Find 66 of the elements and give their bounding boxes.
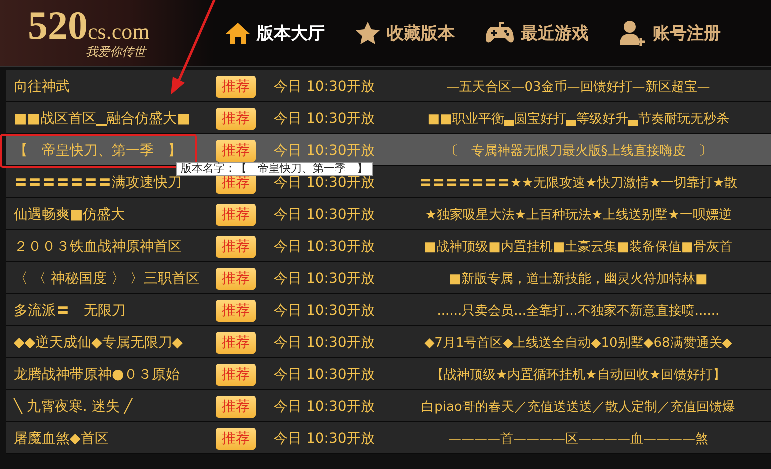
recommend-badge: 推荐 xyxy=(216,332,256,354)
nav-tab[interactable]: 版本大厅 xyxy=(225,20,325,46)
recommend-badge: 推荐 xyxy=(216,300,256,322)
game-row[interactable]: 龙腾战神带原神●０３原始 推荐 今日 10:30开放 【战神顶级★内置循环挂机★自动回收★回馈好打】 xyxy=(6,358,771,390)
server-name: ■■战区首区▁融合仿盛大■ xyxy=(13,110,192,128)
open-time: 今日 10:30开放 xyxy=(274,142,376,160)
server-name: 龙腾战神带原神●０３原始 xyxy=(13,366,182,384)
server-name: 屠魔血煞◆首区 xyxy=(13,430,110,448)
open-time: 今日 10:30开放 xyxy=(274,78,376,96)
server-description: —五天合区—03金币—回馈好打—新区超宝— xyxy=(446,78,712,96)
game-row[interactable]: 向往神武 推荐 今日 10:30开放 —五天合区—03金币—回馈好打—新区超宝— xyxy=(6,70,771,102)
open-time: 今日 10:30开放 xyxy=(274,302,376,320)
open-time: 今日 10:30开放 xyxy=(274,206,376,224)
recommend-badge: 推荐 xyxy=(216,364,256,386)
recommend-badge: 推荐 xyxy=(216,396,256,418)
recommend-badge: 推荐 xyxy=(216,204,256,226)
open-time: 今日 10:30开放 xyxy=(274,238,376,256)
gamepad-icon xyxy=(485,21,515,45)
open-time: 今日 10:30开放 xyxy=(274,110,376,128)
game-row[interactable]: 屠魔血煞◆首区 推荐 今日 10:30开放 ————首————区————血————煞 xyxy=(6,422,771,454)
nav-tab[interactable]: 账号注册 xyxy=(619,20,721,46)
open-time: 今日 10:30开放 xyxy=(274,270,376,288)
game-row[interactable]: ◆◆逆天成仙◆专属无限刀◆ 推荐 今日 10:30开放 ◆7月1号首区◆上线送全自动◆10别墅◆68满赞通关◆ xyxy=(6,326,771,358)
open-time: 今日 10:30开放 xyxy=(274,174,376,192)
server-description: 【战神顶级★内置循环挂机★自动回收★回馈好打】 xyxy=(430,366,727,384)
recommend-badge: 推荐 xyxy=(216,108,256,130)
open-time: 今日 10:30开放 xyxy=(274,366,376,384)
game-row[interactable]: ╲ 九霄夜寒. 迷失 ╱ 推荐 今日 10:30开放 白piao哥的春天／充值送送送／散人定制／充值回馈爆 xyxy=(6,390,771,422)
server-description: ■战神顶级■内置挂机■土豪云集■装备保值■骨灰首 xyxy=(423,238,734,256)
server-name: ◆◆逆天成仙◆专属无限刀◆ xyxy=(13,334,184,352)
open-time: 今日 10:30开放 xyxy=(274,398,376,416)
server-name: 仙遇畅爽■仿盛大 xyxy=(13,206,126,224)
server-description: 白piao哥的春天／充值送送送／散人定制／充值回馈爆 xyxy=(420,398,736,416)
server-description: ————首————区————血————煞 xyxy=(448,430,710,448)
server-name: ２００３铁血战神原神首区 xyxy=(13,238,183,256)
game-row[interactable]: ■■战区首区▁融合仿盛大■ 推荐 今日 10:30开放 ■■职业平衡▃圆宝好打▃等级好升▃节奏耐玩无秒杀 xyxy=(6,102,771,134)
server-description: 〔 专属神器无限刀最火版§上线直接嗨皮 〕 xyxy=(444,142,713,160)
recommend-badge: 推荐 xyxy=(216,236,256,258)
nav-tab[interactable]: 收藏版本 xyxy=(355,20,455,46)
server-name: ╲ 九霄夜寒. 迷失 ╱ xyxy=(12,398,134,416)
star-icon xyxy=(355,21,381,45)
server-name: 【 帝皇快刀、第一季 】 xyxy=(13,142,183,160)
game-row[interactable]: ２００３铁血战神原神首区 推荐 今日 10:30开放 ■战神顶级■内置挂机■土豪云集■装备保值■骨灰首 xyxy=(6,230,771,262)
recommend-badge: 推荐 xyxy=(216,428,256,450)
recommend-badge: 推荐 xyxy=(216,140,256,162)
recommend-badge: 推荐 xyxy=(216,76,256,98)
tooltip: 版本名字：【 帝皇快刀、第一季 】 xyxy=(176,162,373,176)
server-description: ......只卖会员...全靠打...不独家不新意直接喷...... xyxy=(436,302,721,320)
game-row[interactable]: 仙遇畅爽■仿盛大 推荐 今日 10:30开放 ★独家吸星大法★上百种玩法★上线送别墅★一呗嫖逆 xyxy=(6,198,771,230)
server-description: 〓〓〓〓〓〓〓★★无限攻速★快刀激情★一切靠打★散 xyxy=(418,174,739,192)
server-name: 〈 〈 神秘国度 〉 〉三职首区 xyxy=(13,270,198,288)
server-name: 向往神武 xyxy=(13,78,71,96)
open-time: 今日 10:30开放 xyxy=(274,334,376,352)
game-row[interactable]: 〈 〈 神秘国度 〉 〉三职首区 推荐 今日 10:30开放 ■新版专属，道士新技能，幽灵火符加特林■ xyxy=(6,262,771,294)
recommend-badge: 推荐 xyxy=(216,268,256,290)
server-description: ■新版专属，道士新技能，幽灵火符加特林■ xyxy=(448,270,709,288)
server-description: ◆7月1号首区◆上线送全自动◆10别墅◆68满赞通关◆ xyxy=(424,334,734,352)
server-description: ■■职业平衡▃圆宝好打▃等级好升▃节奏耐玩无秒杀 xyxy=(426,110,730,128)
open-time: 今日 10:30开放 xyxy=(274,430,376,448)
game-row[interactable]: 多流派〓 无限刀 推荐 今日 10:30开放 ......只卖会员...全靠打...不独家不新意直接喷...... xyxy=(6,294,771,326)
server-name: 〓〓〓〓〓〓〓满攻速快刀 xyxy=(13,174,183,192)
server-description: ★独家吸星大法★上百种玩法★上线送别墅★一呗嫖逆 xyxy=(424,206,733,224)
home-icon xyxy=(225,21,251,45)
server-name: 多流派〓 无限刀 xyxy=(13,302,127,320)
add-user-icon xyxy=(619,20,647,46)
nav-tab[interactable]: 最近游戏 xyxy=(485,20,589,46)
